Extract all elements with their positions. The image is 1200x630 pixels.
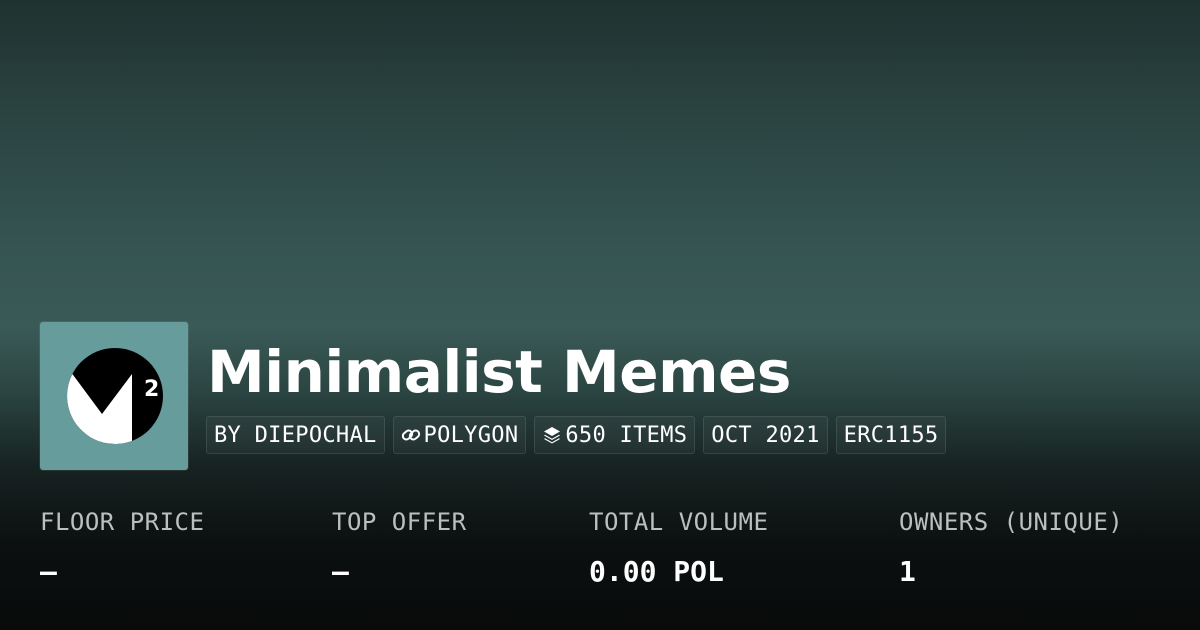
stat-total-volume: TOTAL VOLUME 0.00 POL [589, 505, 768, 589]
stat-floor-price: FLOOR PRICE – [40, 505, 204, 589]
items-count-tag: 650 ITEMS [534, 416, 696, 454]
collection-title: Minimalist Memes [207, 338, 791, 406]
stat-label: TOTAL VOLUME [589, 508, 769, 536]
stat-top-offer: TOP OFFER – [332, 505, 467, 589]
stat-label: OWNERS (UNIQUE) [899, 508, 1124, 536]
creator-tag[interactable]: BY DIEPOCHAL [206, 416, 385, 454]
created-date-label: OCT 2021 [711, 422, 820, 448]
stat-owners-unique: OWNERS (UNIQUE) 1 [899, 505, 1123, 589]
stat-value: – [40, 555, 57, 588]
token-standard-label: ERC1155 [843, 422, 939, 448]
logo-superscript: 2 [144, 377, 159, 402]
stat-value: – [332, 555, 349, 588]
token-standard-tag: ERC1155 [835, 416, 947, 454]
stat-label: TOP OFFER [332, 508, 467, 536]
chain-tag[interactable]: POLYGON [392, 416, 527, 454]
created-date-tag: OCT 2021 [703, 416, 828, 454]
stat-value: 0.00 POL [589, 555, 724, 588]
collection-tags: BY DIEPOCHAL POLYGON 650 ITEMS OCT 2021 … [206, 416, 947, 454]
creator-label: BY DIEPOCHAL [214, 422, 377, 448]
chain-label: POLYGON [423, 422, 519, 448]
collection-avatar[interactable]: 2 [40, 322, 188, 470]
items-count-label: 650 ITEMS [565, 422, 688, 448]
layers-icon [542, 425, 562, 445]
m-squared-logo-icon: 2 [67, 348, 163, 444]
link-icon [401, 425, 421, 445]
stat-value: 1 [899, 555, 916, 588]
stat-label: FLOOR PRICE [40, 508, 205, 536]
